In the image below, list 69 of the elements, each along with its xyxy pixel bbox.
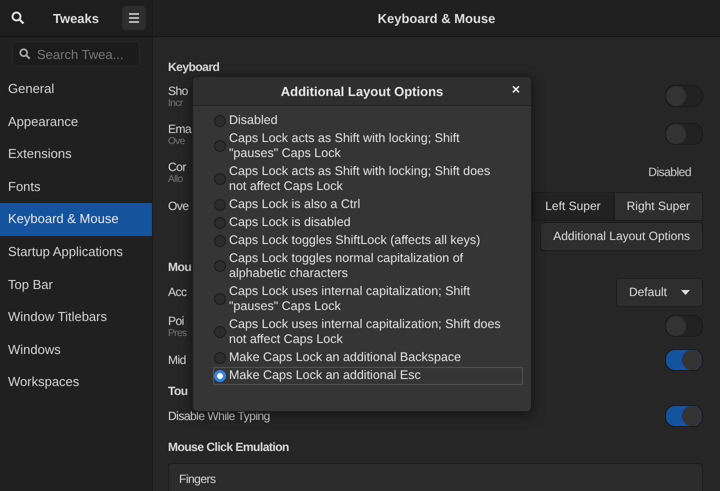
toggle-button[interactable]: Left Super bbox=[532, 192, 614, 220]
section-heading: Keyboard bbox=[168, 59, 220, 76]
toggle-switch[interactable] bbox=[665, 85, 703, 107]
radio-option[interactable]: Disabled bbox=[213, 112, 523, 130]
toggle-switch[interactable] bbox=[665, 123, 703, 145]
section-heading: Tou bbox=[168, 383, 188, 400]
caret-icon bbox=[681, 290, 690, 294]
row-hint: Pres bbox=[168, 328, 187, 338]
radio-button[interactable] bbox=[214, 370, 226, 382]
radio-button[interactable] bbox=[214, 293, 226, 305]
radio-button[interactable] bbox=[214, 260, 226, 272]
radio-button[interactable] bbox=[214, 216, 226, 228]
row-hint: Incr bbox=[168, 98, 184, 108]
row-label: Ema bbox=[168, 122, 192, 136]
radio-button[interactable] bbox=[214, 114, 226, 126]
close-button[interactable]: × bbox=[508, 81, 523, 97]
radio-button[interactable] bbox=[214, 173, 226, 185]
row-label: Cor bbox=[168, 160, 186, 174]
radio-option[interactable]: Make Caps Lock an additional Backspace bbox=[213, 349, 523, 367]
radio-option[interactable]: Caps Lock acts as Shift with locking; Shift does not affect Caps Lock bbox=[213, 163, 523, 196]
dialog-title: Additional Layout Options bbox=[280, 84, 444, 98]
row-label: Disable While Typing bbox=[168, 409, 270, 423]
menu-button[interactable] bbox=[122, 6, 146, 30]
section-heading: Mou bbox=[168, 259, 192, 276]
radio-button[interactable] bbox=[214, 234, 226, 246]
row-label: Fingers bbox=[179, 472, 216, 486]
radio-option[interactable]: Make Caps Lock an additional Esc bbox=[213, 367, 523, 385]
toggle-button[interactable]: Right Super bbox=[614, 192, 703, 220]
toggle-switch[interactable] bbox=[665, 405, 703, 427]
app-title: Tweaks bbox=[52, 10, 99, 26]
row-label: Acc bbox=[168, 285, 187, 299]
sidebar-item[interactable]: Workspaces bbox=[0, 366, 152, 399]
sidebar-item[interactable]: Extensions bbox=[0, 138, 152, 171]
row-label: Poi bbox=[168, 314, 185, 328]
sidebar-item[interactable]: Keyboard & Mouse bbox=[0, 203, 152, 236]
dropdown[interactable]: Default bbox=[616, 278, 703, 306]
radio-option[interactable]: Caps Lock is disabled bbox=[213, 214, 523, 232]
search-icon bbox=[19, 48, 31, 60]
toggle-switch[interactable] bbox=[665, 349, 703, 371]
radio-button[interactable] bbox=[214, 140, 226, 152]
search-icon bbox=[11, 11, 25, 25]
sidebar-item[interactable]: General bbox=[0, 73, 152, 106]
radio-button[interactable] bbox=[214, 198, 226, 210]
row-label: Sho bbox=[168, 84, 188, 98]
row-label: Mid bbox=[168, 353, 186, 367]
row-hint: Allo bbox=[168, 174, 184, 184]
value-label: Disabled bbox=[648, 165, 691, 179]
search-field[interactable]: Search Twea... bbox=[12, 41, 140, 67]
radio-option[interactable]: Caps Lock is also a Ctrl bbox=[213, 196, 523, 214]
section-heading: Mouse Click Emulation bbox=[168, 439, 289, 456]
row-hint: Ove bbox=[168, 136, 186, 146]
window-title: Keyboard & Mouse bbox=[378, 10, 496, 26]
radio-option[interactable]: Caps Lock toggles normal capitalization of alphabetic characters bbox=[213, 250, 523, 283]
radio-option[interactable]: Caps Lock uses internal capitalization; Shift does not affect Caps Lock bbox=[213, 316, 523, 349]
menu-icon bbox=[128, 13, 140, 23]
layout-options-button[interactable]: Additional Layout Options bbox=[540, 222, 703, 250]
radio-option[interactable]: Caps Lock uses internal capitalization; Shift "pauses" Caps Lock bbox=[213, 283, 523, 316]
radio-option[interactable]: Caps Lock acts as Shift with locking; Shift "pauses" Caps Lock bbox=[213, 130, 523, 163]
sidebar-item[interactable]: Windows bbox=[0, 334, 152, 366]
row-label: Ove bbox=[168, 199, 189, 213]
sidebar-item[interactable]: Top Bar bbox=[0, 268, 152, 302]
sidebar-item[interactable]: Window Titlebars bbox=[0, 301, 152, 334]
sidebar-item[interactable]: Appearance bbox=[0, 106, 152, 138]
toggle-switch[interactable] bbox=[665, 315, 703, 337]
radio-option[interactable]: Caps Lock toggles ShiftLock (affects all keys) bbox=[213, 232, 523, 250]
radio-button[interactable] bbox=[214, 326, 226, 338]
radio-button[interactable] bbox=[214, 352, 226, 364]
sidebar-item[interactable]: Fonts bbox=[0, 170, 152, 204]
sidebar-item[interactable]: Startup Applications bbox=[0, 236, 152, 269]
